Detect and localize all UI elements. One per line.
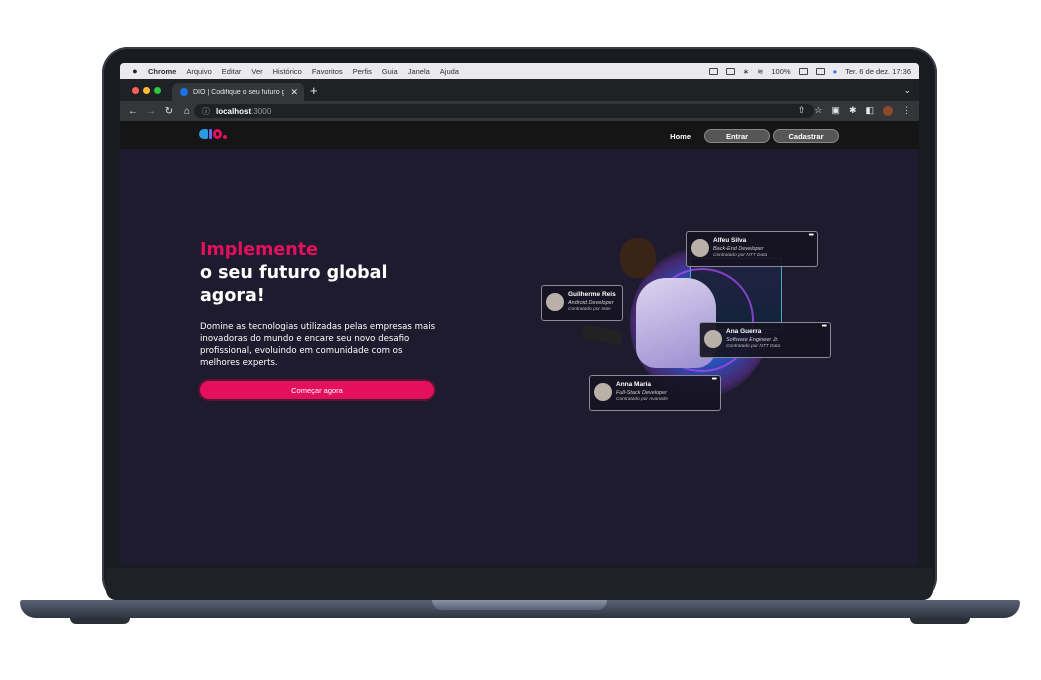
notion-extension-icon[interactable]: ▣: [831, 105, 840, 116]
battery-percent: 100%: [771, 66, 791, 76]
profile-name: Anna Maria: [616, 381, 652, 388]
bookmark-star-icon[interactable]: ☆: [814, 105, 822, 116]
hero-description: Domine as tecnologias utilizadas pelas e…: [200, 322, 436, 368]
nav-home-link[interactable]: Home: [670, 132, 691, 141]
avatar: [704, 330, 722, 348]
profile-role: Android Developer: [568, 300, 614, 306]
window-close-button[interactable]: [132, 87, 139, 94]
logo-i-shape: [209, 129, 212, 139]
hero-title-line3: agora!: [200, 286, 265, 306]
share-icon[interactable]: ⇧: [798, 105, 806, 116]
menubar-datetime[interactable]: Ter. 6 de dez. 17:36: [845, 67, 911, 76]
profile-role: Software Engineer Jr.: [726, 337, 779, 343]
hero-title-accent: Implemente: [200, 240, 318, 260]
profile-role: Full-Stack Developer: [616, 390, 668, 396]
tab-favicon-icon: [180, 88, 188, 96]
download-status-icon[interactable]: [708, 67, 718, 75]
hero-person-head: [620, 238, 656, 278]
toolbar-right-icons: ⇧ ☆ ▣ ✱ ◧ ⋮: [798, 105, 911, 116]
profile-name: Alfeu Silva: [713, 237, 747, 244]
more-options-icon[interactable]: •••: [712, 376, 717, 383]
profile-card-ana: Ana Guerra Software Engineer Jr. Contrat…: [699, 322, 831, 358]
new-tab-icon[interactable]: +: [310, 83, 318, 98]
extensions-puzzle-icon[interactable]: ✱: [849, 105, 857, 116]
menu-editar[interactable]: Editar: [222, 67, 242, 76]
menu-guia[interactable]: Guia: [382, 67, 398, 76]
url-host: localhost: [216, 106, 252, 116]
avatar: [691, 239, 709, 257]
start-now-button[interactable]: Começar agora: [200, 381, 434, 399]
more-options-icon[interactable]: •••: [809, 232, 814, 239]
siri-icon[interactable]: ●: [833, 67, 838, 76]
reload-icon[interactable]: ↻: [164, 106, 174, 117]
chrome-menu-icon[interactable]: ⋮: [902, 105, 911, 116]
profile-card-alfeu: Alfeu Silva Back-End Developer Contratad…: [686, 231, 818, 267]
menu-ver[interactable]: Ver: [251, 67, 262, 76]
profile-name: Ana Guerra: [726, 328, 762, 335]
menu-ajuda[interactable]: Ajuda: [440, 67, 459, 76]
browser-tabstrip: DIO | Codifique o seu futuro gl ✕ + ⌄: [120, 79, 919, 101]
profile-hired-by: Contratado por NTT Data: [726, 344, 781, 349]
laptop-bezel-bottom: [106, 568, 933, 600]
laptop-foot-left: [70, 618, 130, 624]
laptop-base-notch: [432, 600, 607, 610]
hero-phone-image: [580, 323, 624, 347]
hero-title-line2: o seu futuro global: [200, 263, 388, 283]
bluetooth-icon[interactable]: ∗: [743, 67, 749, 76]
site-header: Home Entrar Cadastrar: [120, 121, 919, 149]
profile-hired-by: Contratado por Inter: [568, 307, 611, 312]
hero-title: Implemente o seu futuro global agora!: [200, 239, 387, 308]
profile-avatar[interactable]: [883, 105, 893, 116]
browser-tab-active[interactable]: DIO | Codifique o seu futuro gl ✕: [172, 83, 304, 101]
menu-favoritos[interactable]: Favoritos: [312, 67, 343, 76]
logo-d-shape: [199, 129, 208, 139]
menu-perfis[interactable]: Perfis: [353, 67, 372, 76]
site-nav: Home Entrar Cadastrar: [670, 129, 839, 143]
battery-icon[interactable]: [798, 67, 808, 75]
more-options-icon[interactable]: •••: [822, 323, 827, 330]
browser-toolbar: ← → ↻ ⌂ ⓘ localhost :3000 ⇧ ☆ ▣ ✱ ◧ ⋮: [120, 101, 919, 121]
address-bar[interactable]: ⓘ localhost :3000: [194, 104, 814, 118]
menubar-status-area: ∗ ≋ 100% ● Ter. 6 de dez. 17:36: [708, 66, 919, 76]
wifi-icon[interactable]: ≋: [757, 67, 763, 76]
window-minimize-button[interactable]: [143, 87, 150, 94]
signup-button[interactable]: Cadastrar: [773, 129, 839, 143]
dio-logo[interactable]: [199, 129, 227, 139]
side-panel-icon[interactable]: ◧: [865, 105, 874, 116]
profile-hired-by: Contratado por NTT Data: [713, 253, 768, 258]
tab-title: DIO | Codifique o seu futuro gl: [193, 88, 285, 96]
tab-search-chevron-icon[interactable]: ⌄: [903, 85, 911, 96]
profile-card-guilherme: Guilherme Reis Android Developer Contrat…: [541, 285, 623, 321]
menu-janela[interactable]: Janela: [408, 67, 430, 76]
control-center-icon[interactable]: [815, 67, 825, 75]
menu-historico[interactable]: Histórico: [273, 67, 302, 76]
window-zoom-button[interactable]: [154, 87, 161, 94]
logo-o-shape: [213, 129, 222, 139]
tab-close-icon[interactable]: ✕: [290, 87, 298, 98]
forward-arrow-icon[interactable]: →: [146, 106, 156, 117]
profile-name: Guilherme Reis: [568, 291, 616, 298]
profile-role: Back-End Developer: [713, 246, 764, 252]
back-arrow-icon[interactable]: ←: [128, 106, 138, 117]
login-button[interactable]: Entrar: [704, 129, 770, 143]
home-icon[interactable]: ⌂: [182, 106, 192, 117]
menu-arquivo[interactable]: Arquivo: [186, 67, 211, 76]
macos-menubar: ● Chrome Arquivo Editar Ver Histórico Fa…: [120, 63, 919, 79]
apple-icon[interactable]: ●: [130, 66, 140, 76]
avatar: [594, 383, 612, 401]
profile-hired-by: Contratado por Avanade: [616, 397, 669, 402]
profile-card-anna: Anna Maria Full-Stack Developer Contrata…: [589, 375, 721, 411]
laptop-foot-right: [910, 618, 970, 624]
site-info-icon[interactable]: ⓘ: [202, 106, 210, 117]
laptop-screen: ● Chrome Arquivo Editar Ver Histórico Fa…: [120, 63, 919, 565]
screen-share-icon[interactable]: [725, 67, 735, 75]
logo-dot-shape: [223, 135, 227, 139]
url-port: :3000: [251, 106, 272, 116]
avatar: [546, 293, 564, 311]
menu-app-name[interactable]: Chrome: [148, 67, 176, 76]
